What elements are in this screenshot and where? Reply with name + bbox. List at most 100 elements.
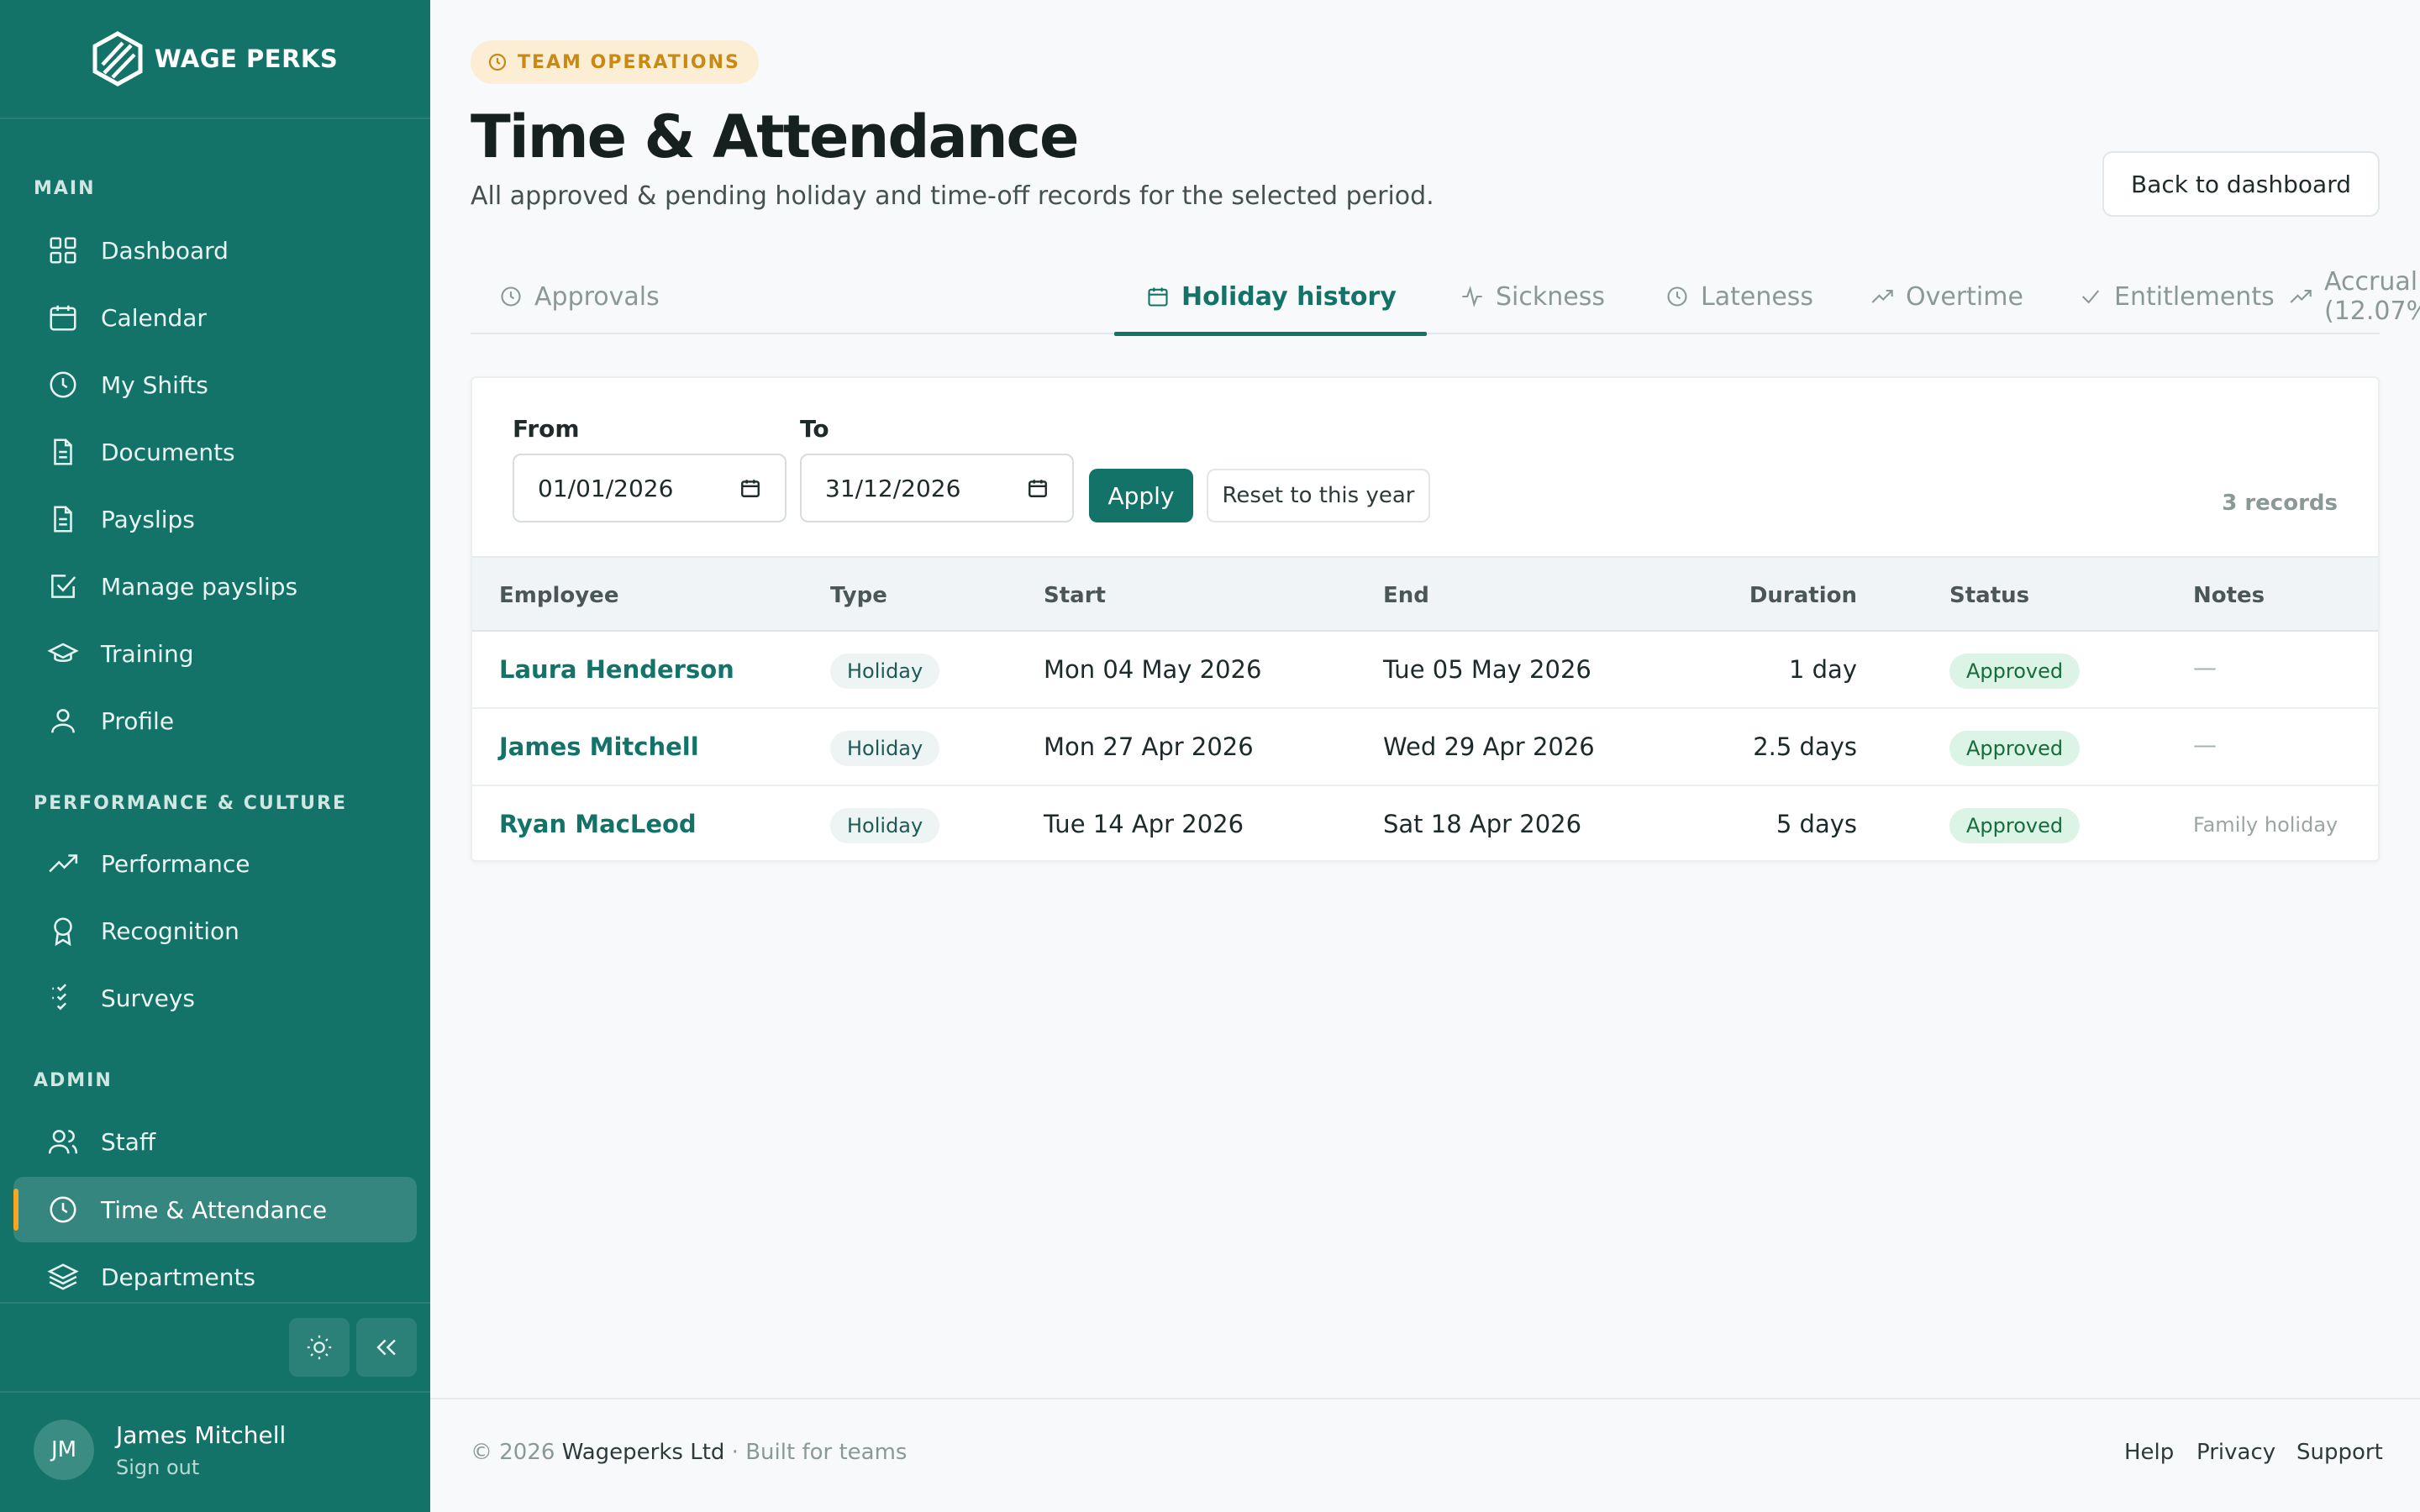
end-date: Wed 29 Apr 2026 — [1383, 732, 1595, 761]
sidebar-item-label: Calendar — [101, 303, 207, 332]
column-header-duration[interactable]: Duration — [1749, 583, 1857, 608]
user-icon — [47, 705, 79, 737]
clock-icon — [47, 1194, 79, 1226]
tab-label: Lateness — [1701, 281, 1814, 312]
column-header-employee[interactable]: Employee — [499, 583, 618, 608]
employee-link[interactable]: Laura Henderson — [499, 655, 734, 684]
sidebar-item-manage-payslips[interactable]: Manage payslips — [13, 554, 417, 619]
apply-button[interactable]: Apply — [1089, 469, 1193, 522]
notes: — — [2193, 731, 2217, 759]
duration: 2.5 days — [1753, 732, 1857, 761]
notes: Family holiday — [2193, 813, 2338, 837]
sidebar-item-training[interactable]: Training — [13, 621, 417, 686]
document-icon — [47, 503, 79, 535]
notes: — — [2193, 654, 2217, 681]
nav-section-performance: PERFORMANCE & CULTURE — [34, 793, 347, 814]
sidebar-item-label: Surveys — [101, 984, 195, 1012]
from-date-input[interactable]: 01/01/2026 — [513, 454, 786, 522]
tab-lateness[interactable]: Lateness — [1665, 259, 1813, 334]
sidebar-item-label: Documents — [101, 438, 235, 466]
column-header-end[interactable]: End — [1383, 583, 1429, 608]
tab-bar: Approvals Holiday history Sickness Laten… — [471, 259, 2420, 336]
from-label: From — [513, 415, 580, 443]
table-row[interactable]: James Mitchell Holiday Mon 27 Apr 2026 W… — [472, 709, 2378, 786]
sidebar-item-label: Payslips — [101, 505, 195, 533]
graduation-cap-icon — [47, 638, 79, 669]
calendar-icon — [1146, 285, 1170, 308]
column-header-notes[interactable]: Notes — [2193, 583, 2265, 608]
employee-link[interactable]: Ryan MacLeod — [499, 810, 697, 838]
sun-icon — [305, 1333, 334, 1362]
column-header-type[interactable]: Type — [830, 583, 887, 608]
sidebar-item-label: Training — [101, 639, 194, 668]
column-header-start[interactable]: Start — [1044, 583, 1106, 608]
sidebar-item-surveys[interactable]: Surveys — [13, 965, 417, 1031]
sidebar-item-performance[interactable]: Performance — [13, 831, 417, 896]
nav-section-admin: ADMIN — [34, 1070, 113, 1091]
sidebar-item-time-attendance[interactable]: Time & Attendance — [13, 1177, 417, 1242]
duration: 1 day — [1788, 655, 1857, 684]
sidebar-item-label: Manage payslips — [101, 572, 298, 601]
from-date-value: 01/01/2026 — [538, 474, 674, 502]
sidebar-item-label: My Shifts — [101, 370, 208, 399]
calendar-icon — [739, 477, 761, 499]
collapse-sidebar-button[interactable] — [356, 1318, 417, 1377]
sidebar-item-recognition[interactable]: Recognition — [13, 898, 417, 963]
award-icon — [47, 915, 79, 947]
back-to-dashboard-button[interactable]: Back to dashboard — [2102, 151, 2380, 217]
brand-logo[interactable]: WAGE PERKS — [0, 0, 430, 119]
grid-icon — [47, 234, 79, 266]
sidebar-item-staff[interactable]: Staff — [13, 1109, 417, 1174]
footer-link-help[interactable]: Help — [2124, 1440, 2174, 1465]
tab-label: Accrual (12.07%) — [2324, 267, 2420, 326]
copyright-text: © 2026 — [471, 1440, 562, 1465]
tab-holiday-history[interactable]: Holiday history — [1114, 259, 1427, 336]
eyebrow-label: TEAM OPERATIONS — [518, 51, 740, 73]
sidebar-item-label: Staff — [101, 1127, 156, 1156]
column-header-status[interactable]: Status — [1949, 583, 2029, 608]
to-date-input[interactable]: 31/12/2026 — [800, 454, 1074, 522]
status-badge: Approved — [1949, 654, 2081, 689]
footer-link-support[interactable]: Support — [2296, 1440, 2383, 1465]
table-header: Employee Type Start End Duration Status … — [472, 556, 2378, 632]
tab-label: Holiday history — [1181, 281, 1397, 312]
logo-mark-icon — [92, 31, 143, 87]
calendar-icon — [1027, 477, 1049, 499]
tab-entitlements[interactable]: Entitlements — [2079, 259, 2275, 334]
reset-to-this-year-button[interactable]: Reset to this year — [1207, 469, 1430, 522]
sidebar-item-dashboard[interactable]: Dashboard — [13, 218, 417, 283]
tab-accrual[interactable]: Accrual (12.07%) — [2289, 259, 2420, 334]
tab-approvals[interactable]: Approvals — [499, 259, 660, 334]
table-row[interactable]: Ryan MacLeod Holiday Tue 14 Apr 2026 Sat… — [472, 786, 2378, 864]
end-date: Sat 18 Apr 2026 — [1383, 810, 1582, 838]
sidebar-item-calendar[interactable]: Calendar — [13, 285, 417, 350]
to-label: To — [800, 415, 829, 443]
tab-overtime[interactable]: Overtime — [1870, 259, 2023, 334]
checkbox-icon — [47, 570, 79, 602]
user-name: James Mitchell — [116, 1420, 287, 1449]
users-icon — [47, 1126, 79, 1158]
type-badge: Holiday — [830, 731, 940, 766]
sidebar-item-my-shifts[interactable]: My Shifts — [13, 352, 417, 417]
sidebar-item-label: Performance — [101, 849, 250, 878]
sidebar-item-profile[interactable]: Profile — [13, 688, 417, 753]
sidebar: WAGE PERKS MAIN Dashboard Calendar My Sh… — [0, 0, 430, 1512]
avatar[interactable]: JM — [34, 1420, 94, 1480]
footer-link-privacy[interactable]: Privacy — [2196, 1440, 2275, 1465]
sidebar-item-payslips[interactable]: Payslips — [13, 486, 417, 552]
tab-sickness[interactable]: Sickness — [1460, 259, 1605, 334]
theme-toggle-button[interactable] — [289, 1318, 350, 1377]
sidebar-item-documents[interactable]: Documents — [13, 419, 417, 485]
tab-label: Entitlements — [2114, 281, 2275, 312]
trend-up-icon — [2289, 285, 2312, 308]
sidebar-item-label: Time & Attendance — [101, 1195, 328, 1224]
duration: 5 days — [1776, 810, 1857, 838]
clock-icon — [1665, 285, 1689, 308]
sidebar-item-departments[interactable]: Departments — [13, 1244, 417, 1310]
employee-link[interactable]: James Mitchell — [499, 732, 699, 761]
sign-out-link[interactable]: Sign out — [116, 1456, 286, 1479]
start-date: Tue 14 Apr 2026 — [1044, 810, 1244, 838]
end-date: Tue 05 May 2026 — [1383, 655, 1591, 684]
page-footer: © 2026 Wageperks Ltd · Built for teams H… — [430, 1398, 2420, 1512]
table-row[interactable]: Laura Henderson Holiday Mon 04 May 2026 … — [472, 632, 2378, 709]
